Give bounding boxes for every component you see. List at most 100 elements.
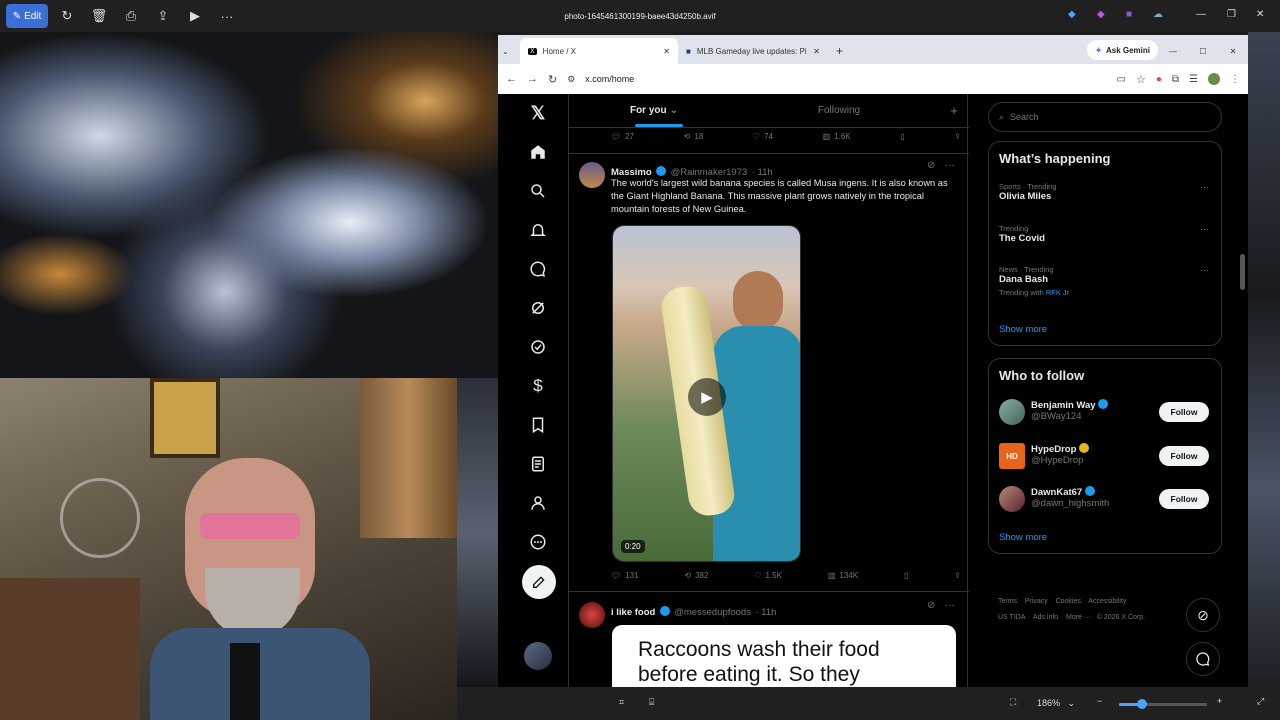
zoom-slider[interactable] bbox=[1119, 699, 1207, 709]
close-tab-icon[interactable]: ✕ bbox=[663, 47, 670, 56]
footer-link[interactable]: More ··· bbox=[1066, 614, 1091, 621]
author-handle[interactable]: @messedupfoods bbox=[674, 607, 751, 618]
follow-suggestion[interactable]: Benjamin Way @BWay124 bbox=[1031, 399, 1109, 422]
tab-home-x[interactable]: X Home / X ✕ bbox=[520, 38, 678, 64]
back-icon[interactable]: ← bbox=[506, 73, 517, 85]
compose-post-button[interactable] bbox=[522, 565, 556, 599]
tab-following[interactable]: Following bbox=[739, 94, 939, 127]
fit-screen-icon[interactable]: ⛶ bbox=[1010, 697, 1016, 708]
tray-icon[interactable]: ◆ bbox=[1097, 9, 1105, 20]
monetization-icon[interactable]: $ bbox=[520, 371, 556, 401]
communities-icon[interactable] bbox=[520, 332, 556, 362]
tweet-time[interactable]: · 11h bbox=[755, 607, 776, 618]
slideshow-icon[interactable]: ▶ bbox=[182, 4, 208, 28]
grok-floating-icon[interactable]: ⊘ bbox=[1186, 598, 1220, 632]
show-more-link[interactable]: Show more bbox=[999, 532, 1047, 543]
more-options-icon[interactable]: ··· bbox=[1200, 224, 1209, 234]
zoom-in-icon[interactable]: + bbox=[1217, 696, 1222, 706]
views-button[interactable]: ▥ 134K bbox=[828, 571, 858, 580]
ocr-icon[interactable]: ⌸ bbox=[649, 697, 654, 708]
edit-button[interactable]: ✎ Edit bbox=[6, 4, 48, 28]
search-input[interactable]: ⌕ Search bbox=[988, 102, 1222, 132]
tray-icon[interactable]: ☁ bbox=[1153, 9, 1163, 20]
reply-button[interactable]: 💬︎ 27 bbox=[611, 132, 634, 141]
tray-icon[interactable]: ■ bbox=[1126, 9, 1132, 20]
footer-link[interactable]: Privacy bbox=[1025, 598, 1048, 605]
share-icon[interactable]: ⇪ bbox=[150, 4, 176, 28]
minimize-icon[interactable]: — bbox=[1158, 38, 1188, 64]
grok-icon[interactable]: ⊘ bbox=[927, 600, 935, 611]
site-info-icon[interactable]: ⚙ bbox=[567, 74, 575, 85]
menu-icon[interactable]: ⋮ bbox=[1230, 74, 1240, 85]
reading-list-icon[interactable]: ☰ bbox=[1189, 74, 1198, 85]
account-avatar[interactable] bbox=[524, 642, 552, 670]
bookmarks-icon[interactable] bbox=[520, 410, 556, 440]
bookmark-button[interactable]: ▯ bbox=[900, 132, 904, 141]
extensions-icon[interactable]: ⧉ bbox=[1172, 74, 1179, 85]
avatar[interactable] bbox=[999, 486, 1025, 512]
tab-search-button[interactable]: ⌄ bbox=[498, 38, 520, 64]
zoom-out-icon[interactable]: − bbox=[1097, 696, 1102, 706]
trend-context-link[interactable]: RFK Jr bbox=[1046, 288, 1069, 297]
grok-icon[interactable] bbox=[520, 293, 556, 323]
x-logo-icon[interactable]: 𝕏 bbox=[520, 98, 556, 128]
more-options-icon[interactable]: ··· bbox=[1200, 182, 1209, 192]
reload-icon[interactable]: ↻ bbox=[548, 73, 557, 86]
follow-button[interactable]: Follow bbox=[1159, 446, 1209, 466]
messages-floating-icon[interactable] bbox=[1186, 642, 1220, 676]
play-icon[interactable]: ▶ bbox=[688, 378, 726, 416]
close-icon[interactable]: ✕ bbox=[1218, 38, 1248, 64]
bookmark-star-icon[interactable]: ☆ bbox=[1136, 73, 1146, 86]
crop-icon[interactable]: ⌗ bbox=[619, 697, 624, 708]
reply-button[interactable]: 💬︎ 131 bbox=[611, 571, 639, 580]
messages-icon[interactable] bbox=[520, 254, 556, 284]
add-feed-icon[interactable]: + bbox=[939, 94, 969, 127]
profile-avatar[interactable] bbox=[1208, 73, 1220, 85]
avatar[interactable] bbox=[579, 162, 605, 188]
repost-button[interactable]: ⟲ 382 bbox=[684, 571, 708, 580]
grok-icon[interactable]: ⊘ bbox=[927, 160, 935, 171]
delete-icon[interactable]: 🗑 bbox=[86, 4, 112, 28]
footer-link[interactable]: Cookies bbox=[1056, 598, 1081, 605]
views-button[interactable]: ▥ 1.6K bbox=[823, 132, 851, 141]
more-options-icon[interactable]: ··· bbox=[945, 160, 955, 171]
minimize-icon[interactable]: — bbox=[1196, 9, 1206, 20]
bookmark-button[interactable]: ▯ bbox=[904, 571, 908, 580]
cast-icon[interactable]: ▭ bbox=[1117, 74, 1126, 85]
tray-icon[interactable]: ◆ bbox=[1068, 9, 1076, 20]
more-options-icon[interactable]: ··· bbox=[214, 4, 240, 28]
footer-link[interactable]: Ads info bbox=[1033, 614, 1058, 621]
maximize-icon[interactable]: ☐ bbox=[1188, 38, 1218, 64]
tweet-video[interactable]: ▶ 0:20 bbox=[612, 225, 801, 562]
repost-button[interactable]: ⟲ 18 bbox=[684, 132, 704, 141]
close-icon[interactable]: ✕ bbox=[1256, 9, 1264, 20]
footer-link[interactable]: Terms bbox=[998, 598, 1017, 605]
adblock-icon[interactable]: ● bbox=[1156, 74, 1162, 85]
more-options-icon[interactable]: ··· bbox=[1200, 265, 1209, 275]
footer-link[interactable]: Accessibility bbox=[1088, 598, 1126, 605]
tweet-image[interactable]: Raccoons wash their food before eating i… bbox=[612, 625, 956, 687]
zoom-select[interactable]: 186% ⌄ bbox=[1033, 693, 1079, 713]
more-options-icon[interactable]: ··· bbox=[945, 600, 955, 611]
trend-item[interactable]: Sports · Trending Olivia Miles bbox=[999, 182, 1057, 202]
share-button[interactable]: ⇪ bbox=[954, 132, 961, 141]
share-button[interactable]: ⇪ bbox=[954, 571, 961, 580]
close-tab-icon[interactable]: ✕ bbox=[813, 47, 820, 56]
zoom-slider-thumb[interactable] bbox=[1137, 699, 1147, 709]
print-icon[interactable]: ⎙ bbox=[118, 4, 144, 28]
profile-icon[interactable] bbox=[520, 488, 556, 518]
lists-icon[interactable] bbox=[520, 449, 556, 479]
notifications-icon[interactable] bbox=[520, 215, 556, 245]
ask-gemini-button[interactable]: ✦ Ask Gemini bbox=[1087, 40, 1158, 60]
trend-item[interactable]: Trending The Covid bbox=[999, 224, 1045, 244]
tab-for-you[interactable]: For you ⌄ bbox=[569, 94, 739, 127]
url-field[interactable]: x.com/home bbox=[585, 74, 634, 84]
follow-suggestion[interactable]: DawnKat67 @dawn_highsmith bbox=[1031, 486, 1109, 509]
like-button[interactable]: ♡ 1.5K bbox=[754, 571, 782, 580]
follow-button[interactable]: Follow bbox=[1159, 489, 1209, 509]
tab-mlb[interactable]: ■ MLB Gameday live updates: Pir ✕ bbox=[678, 38, 828, 64]
forward-icon[interactable]: → bbox=[527, 73, 538, 85]
footer-link[interactable]: US TIDA bbox=[998, 614, 1026, 621]
maximize-icon[interactable]: ❐ bbox=[1227, 9, 1236, 20]
avatar[interactable] bbox=[999, 399, 1025, 425]
